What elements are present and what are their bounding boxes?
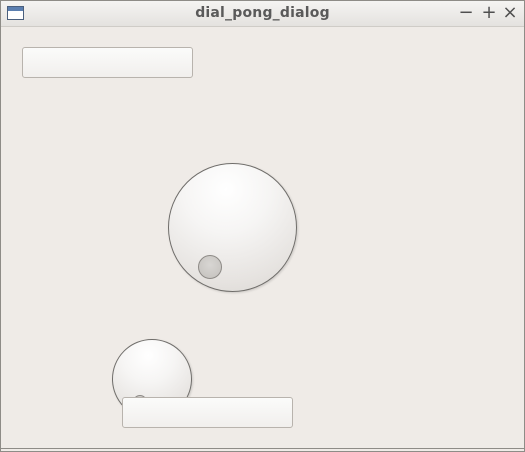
top-text-field[interactable] — [22, 47, 193, 78]
maximize-icon[interactable]: + — [480, 3, 498, 23]
minimize-icon[interactable]: − — [457, 3, 475, 23]
dial-pong-dialog-window: dial_pong_dialog − + × — [0, 0, 525, 452]
window-title: dial_pong_dialog — [195, 5, 330, 21]
window-bottom-divider — [1, 448, 524, 449]
close-icon[interactable]: × — [501, 3, 519, 23]
bottom-text-field[interactable] — [122, 397, 293, 428]
large-dial[interactable] — [168, 163, 297, 292]
title-bar[interactable]: dial_pong_dialog − + × — [1, 1, 524, 27]
large-dial-knob-icon[interactable] — [198, 255, 222, 279]
